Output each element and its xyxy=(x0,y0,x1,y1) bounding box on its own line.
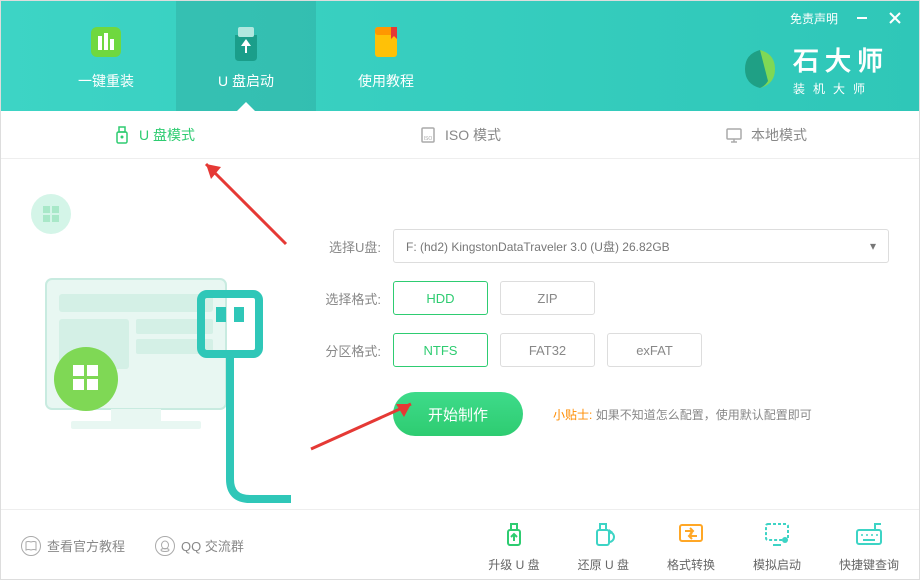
disk-select[interactable]: F: (hd2) KingstonDataTraveler 3.0 (U盘) 2… xyxy=(393,229,889,263)
disk-label: 选择U盘: xyxy=(311,237,381,256)
tool-label: 模拟启动 xyxy=(753,556,801,573)
tool-upgrade-usb[interactable]: 升级 U 盘 xyxy=(488,518,539,573)
format-row: 选择格式: HDD ZIP xyxy=(311,281,889,315)
nav-tab-label: 使用教程 xyxy=(358,71,414,91)
tip-label: 小贴士: xyxy=(553,408,592,422)
start-button[interactable]: 开始制作 xyxy=(393,392,523,436)
disclaimer-link[interactable]: 免责声明 xyxy=(790,10,838,27)
mode-tabs: U 盘模式 ISO ISO 模式 本地模式 xyxy=(1,111,919,159)
chevron-down-icon: ▾ xyxy=(870,239,876,253)
tool-label: 格式转换 xyxy=(667,556,715,573)
brand-area: 石大师 装机大师 xyxy=(737,41,889,97)
main-nav-tabs: 一键重装 U 盘启动 使用教程 xyxy=(1,1,456,111)
close-button[interactable] xyxy=(886,9,904,27)
convert-icon xyxy=(675,518,707,550)
app-header: 一键重装 U 盘启动 使用教程 免责声明 xyxy=(1,1,919,111)
footer-link-label: 查看官方教程 xyxy=(47,536,125,555)
tool-restore-usb[interactable]: 还原 U 盘 xyxy=(578,518,629,573)
mode-tab-local[interactable]: 本地模式 xyxy=(613,111,919,158)
restore-icon xyxy=(587,518,619,550)
format-option-zip[interactable]: ZIP xyxy=(500,281,595,315)
action-row: 开始制作 小贴士: 如果不知道怎么配置，使用默认配置即可 xyxy=(393,392,889,436)
reinstall-icon xyxy=(85,21,127,63)
content-area: 选择U盘: F: (hd2) KingstonDataTraveler 3.0 … xyxy=(1,159,919,509)
tutorial-icon xyxy=(365,21,407,63)
nav-tab-reinstall[interactable]: 一键重装 xyxy=(36,1,176,111)
tip-text: 小贴士: 如果不知道怎么配置，使用默认配置即可 xyxy=(553,406,812,423)
nav-tab-label: U 盘启动 xyxy=(218,71,274,91)
book-icon xyxy=(21,536,41,556)
illustration xyxy=(1,159,301,509)
brand-title: 石大师 xyxy=(793,41,889,78)
svg-text:ISO: ISO xyxy=(424,136,433,142)
header-controls: 免责声明 xyxy=(790,9,904,27)
footer-link-qq[interactable]: QQ 交流群 xyxy=(155,536,244,556)
mode-tab-label: ISO 模式 xyxy=(445,125,501,145)
brand-logo-icon xyxy=(737,46,783,92)
tool-hotkey-query[interactable]: 快捷键查询 xyxy=(839,518,899,573)
tool-label: 升级 U 盘 xyxy=(488,556,539,573)
upgrade-icon xyxy=(498,518,530,550)
tip-content: 如果不知道怎么配置，使用默认配置即可 xyxy=(596,408,812,422)
local-mode-icon xyxy=(725,126,743,144)
partition-label: 分区格式: xyxy=(311,341,381,360)
iso-mode-icon: ISO xyxy=(419,126,437,144)
usb-boot-icon xyxy=(225,21,267,63)
format-label: 选择格式: xyxy=(311,289,381,308)
tool-simulate-boot[interactable]: 模拟启动 xyxy=(753,518,801,573)
tool-label: 还原 U 盘 xyxy=(578,556,629,573)
tool-label: 快捷键查询 xyxy=(839,556,899,573)
brand-subtitle: 装机大师 xyxy=(793,80,889,97)
footer-link-tutorial[interactable]: 查看官方教程 xyxy=(21,536,125,556)
mode-tab-label: U 盘模式 xyxy=(139,125,195,145)
mode-tab-usb[interactable]: U 盘模式 xyxy=(1,111,307,158)
nav-tab-tutorial[interactable]: 使用教程 xyxy=(316,1,456,111)
mode-tab-iso[interactable]: ISO ISO 模式 xyxy=(307,111,613,158)
partition-option-fat32[interactable]: FAT32 xyxy=(500,333,595,367)
minimize-button[interactable] xyxy=(853,9,871,27)
nav-tab-usb-boot[interactable]: U 盘启动 xyxy=(176,1,316,111)
footer-link-label: QQ 交流群 xyxy=(181,536,244,555)
qq-icon xyxy=(155,536,175,556)
partition-option-exfat[interactable]: exFAT xyxy=(607,333,702,367)
footer: 查看官方教程 QQ 交流群 升级 U 盘 还原 U 盘 格式转换 xyxy=(1,509,919,581)
nav-tab-label: 一键重装 xyxy=(78,71,134,91)
partition-option-ntfs[interactable]: NTFS xyxy=(393,333,488,367)
usb-mode-icon xyxy=(113,126,131,144)
simulate-icon xyxy=(761,518,793,550)
disk-row: 选择U盘: F: (hd2) KingstonDataTraveler 3.0 … xyxy=(311,229,889,263)
format-option-hdd[interactable]: HDD xyxy=(393,281,488,315)
partition-row: 分区格式: NTFS FAT32 exFAT xyxy=(311,333,889,367)
form-area: 选择U盘: F: (hd2) KingstonDataTraveler 3.0 … xyxy=(301,159,919,509)
mode-tab-label: 本地模式 xyxy=(751,125,807,145)
tool-format-convert[interactable]: 格式转换 xyxy=(667,518,715,573)
keyboard-icon xyxy=(853,518,885,550)
disk-value: F: (hd2) KingstonDataTraveler 3.0 (U盘) 2… xyxy=(406,238,670,255)
